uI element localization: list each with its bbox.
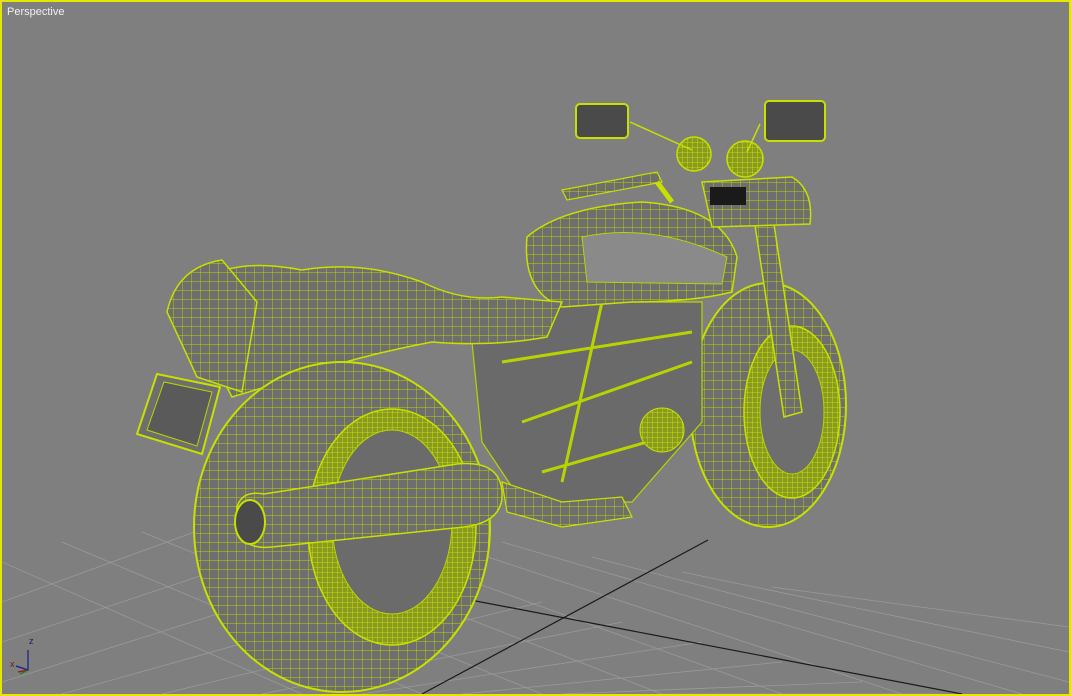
viewport-label[interactable]: Perspective [7, 6, 64, 18]
perspective-viewport[interactable]: Perspective z x [0, 0, 1071, 696]
gauge-right [726, 140, 764, 178]
scene-canvas[interactable]: z x [2, 2, 1069, 694]
mirror-left [575, 103, 629, 139]
engine-cover [639, 407, 685, 453]
axis-z-label: z [29, 636, 34, 646]
axis-x-label: x [10, 659, 15, 669]
motorcycle-model[interactable] [135, 100, 847, 693]
gauge-left [676, 136, 712, 172]
exhaust-tip [234, 499, 266, 545]
mirror-right [764, 100, 826, 142]
axis-gizmo [15, 650, 29, 675]
ground-grid [2, 521, 1069, 694]
handlebar [561, 171, 663, 201]
